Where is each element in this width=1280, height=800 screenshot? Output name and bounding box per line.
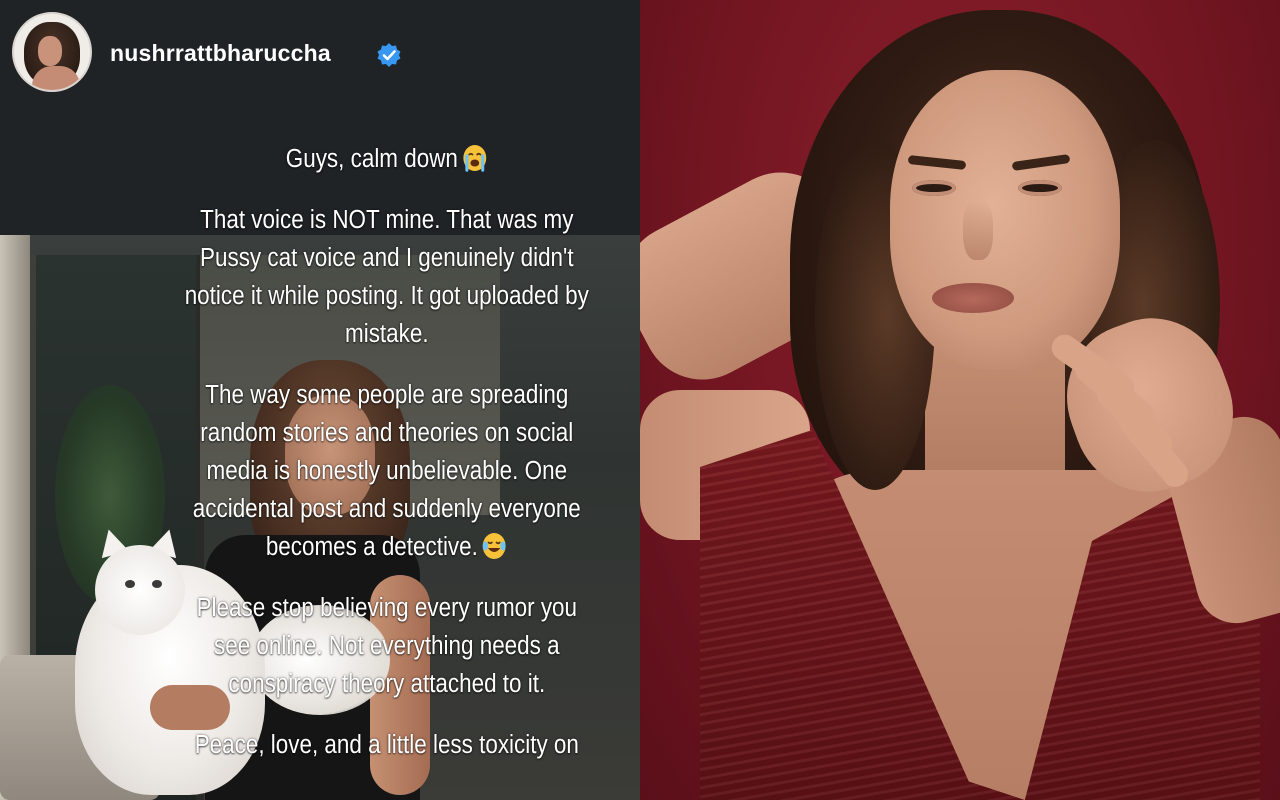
instagram-story-screenshot: nushrrattbharuccha Guys, calm down That … (0, 0, 640, 800)
loudly-crying-face-icon (463, 145, 487, 172)
story-paragraph-4: Please stop believing every rumor you se… (196, 594, 578, 698)
story-paragraph-5: Peace, love, and a little less toxicity … (194, 731, 579, 759)
profile-username[interactable]: nushrrattbharuccha (110, 40, 331, 67)
story-text-overlay: Guys, calm down That voice is NOT mine. … (180, 140, 594, 787)
lips (932, 283, 1014, 313)
story-header: nushrrattbharuccha (0, 0, 640, 110)
story-paragraph-3: The way some people are spreading random… (192, 381, 581, 561)
portrait-photo (640, 0, 1280, 800)
profile-avatar[interactable] (12, 12, 92, 92)
verified-badge-icon (377, 43, 401, 67)
story-paragraph-2: That voice is NOT mine. That was my Puss… (184, 206, 589, 348)
face (890, 70, 1120, 370)
story-paragraph-1: Guys, calm down (180, 140, 594, 178)
face-with-tears-of-joy-icon (483, 533, 507, 559)
